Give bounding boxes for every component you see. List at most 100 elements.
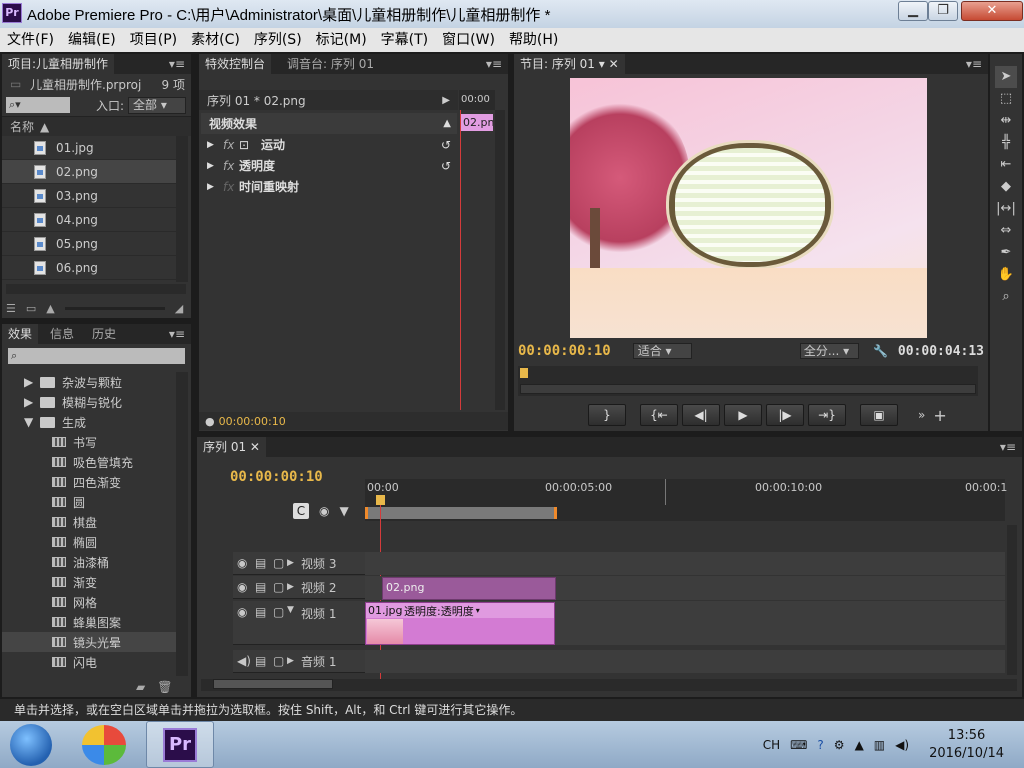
- clip-01-jpg[interactable]: 01.jpg 透明度:透明度 ▾: [365, 602, 555, 645]
- fx-scrollbar[interactable]: [495, 110, 505, 410]
- list-item[interactable]: 04.png: [2, 208, 176, 232]
- menu-help[interactable]: 帮助(H): [502, 28, 565, 52]
- fx-row-opacity[interactable]: ▶ fx 透明度 ↺: [201, 155, 457, 176]
- track-header-audio1[interactable]: ◀) ▤ ▢ ▶ 音频 1: [233, 650, 365, 673]
- keyboard-icon[interactable]: ⌨: [790, 738, 807, 752]
- taskbar-app-icon[interactable]: [82, 725, 126, 765]
- pen-tool-icon[interactable]: ✒: [995, 242, 1017, 264]
- work-area-bar[interactable]: [365, 507, 557, 519]
- menu-marker[interactable]: 标记(M): [309, 28, 374, 52]
- column-name-header[interactable]: 名称: [10, 118, 34, 135]
- menu-edit[interactable]: 编辑(E): [61, 28, 123, 52]
- tree-item[interactable]: 四色渐变: [2, 472, 176, 492]
- track-select-tool-icon[interactable]: ⬚: [995, 88, 1017, 110]
- set-marker-icon[interactable]: ◉: [319, 504, 329, 518]
- selection-tool-icon[interactable]: ➤: [995, 66, 1017, 88]
- panel-menu-icon[interactable]: ▾≡: [169, 327, 191, 341]
- timeline-v-scrollbar[interactable]: [1007, 525, 1017, 675]
- go-to-in-button[interactable]: {⇤: [640, 404, 678, 426]
- play-only-icon[interactable]: ▶: [442, 95, 458, 106]
- tree-folder[interactable]: ▶ 模糊与锐化: [2, 392, 176, 412]
- menu-project[interactable]: 项目(P): [123, 28, 184, 52]
- project-scrollbar[interactable]: [176, 136, 188, 282]
- close-button[interactable]: ✕: [961, 1, 1023, 21]
- slide-tool-icon[interactable]: ⇔: [995, 220, 1017, 242]
- panel-menu-icon[interactable]: ▾≡: [169, 57, 191, 71]
- razor-tool-icon[interactable]: ◆: [995, 176, 1017, 198]
- fx-row-time-remap[interactable]: ▶ fx 时间重映射: [201, 176, 457, 197]
- play-button[interactable]: ▶: [724, 404, 762, 426]
- tree-item[interactable]: 圆: [2, 492, 176, 512]
- tree-folder[interactable]: ▼ 生成: [2, 412, 176, 432]
- tab-sequence[interactable]: 序列 01 ✕: [197, 437, 266, 457]
- list-item[interactable]: 01.jpg: [2, 136, 176, 160]
- taskbar-premiere-button[interactable]: Pr: [146, 721, 214, 768]
- track-header-video2[interactable]: ◉ ▤ ▢ ▶ 视频 2: [233, 576, 365, 599]
- maximize-button[interactable]: ❐: [928, 1, 958, 21]
- minimize-button[interactable]: ▁: [898, 1, 928, 21]
- effects-search-input[interactable]: ⌕: [8, 348, 185, 364]
- menu-sequence[interactable]: 序列(S): [247, 28, 309, 52]
- clock[interactable]: 13:56 2016/10/14: [929, 727, 1004, 763]
- program-mini-timeline[interactable]: [518, 366, 978, 396]
- volume-icon[interactable]: ◀): [895, 738, 909, 752]
- tab-history[interactable]: 历史: [86, 324, 122, 344]
- language-indicator[interactable]: CH: [763, 738, 780, 752]
- list-item[interactable]: 06.png: [2, 256, 176, 280]
- rolling-edit-tool-icon[interactable]: ╬: [995, 132, 1017, 154]
- help-icon[interactable]: ?: [817, 738, 823, 752]
- opacity-fx-dropdown[interactable]: 透明度:透明度: [404, 603, 474, 619]
- wrench-icon[interactable]: 🔧: [873, 344, 888, 358]
- tree-item[interactable]: 网格: [2, 592, 176, 612]
- settings-icon[interactable]: ⚙: [834, 738, 845, 752]
- hand-tool-icon[interactable]: ✋: [995, 264, 1017, 286]
- tab-effect-controls[interactable]: 特效控制台: [199, 54, 272, 74]
- timeline-ruler[interactable]: 00:00 00:00:05:00 00:00:10:00 00:00:1: [365, 479, 1007, 521]
- menu-clip[interactable]: 素材(C): [184, 28, 247, 52]
- track-header-video3[interactable]: ◉ ▤ ▢ ▶ 视频 3: [233, 552, 365, 575]
- more-controls-icon[interactable]: »: [918, 408, 925, 422]
- timeline-timecode[interactable]: 00:00:00:10: [230, 469, 323, 485]
- track-lane-video3[interactable]: [365, 552, 1005, 575]
- quality-select[interactable]: 全分... ▾: [799, 343, 859, 359]
- panel-menu-icon[interactable]: ▾≡: [1000, 440, 1022, 454]
- tab-info[interactable]: 信息: [44, 324, 80, 344]
- fit-select[interactable]: 适合 ▾: [632, 343, 692, 359]
- rate-stretch-tool-icon[interactable]: ⇤: [995, 154, 1017, 176]
- tree-item[interactable]: 棋盘: [2, 512, 176, 532]
- program-timecode[interactable]: 00:00:00:10: [518, 343, 611, 359]
- project-h-scrollbar[interactable]: [6, 284, 186, 294]
- mark-out-button[interactable]: }: [588, 404, 626, 426]
- panel-menu-icon[interactable]: ▾≡: [966, 57, 988, 71]
- start-button[interactable]: [10, 724, 52, 766]
- go-to-out-button[interactable]: ⇥}: [808, 404, 846, 426]
- step-forward-button[interactable]: |▶: [766, 404, 804, 426]
- snap-icon[interactable]: C: [293, 503, 309, 519]
- panel-menu-icon[interactable]: ▾≡: [486, 57, 508, 71]
- playhead-handle-icon[interactable]: [376, 495, 385, 505]
- track-lane-audio1[interactable]: [365, 650, 1005, 673]
- export-frame-button[interactable]: ▣: [860, 404, 898, 426]
- menu-title[interactable]: 字幕(T): [374, 28, 435, 52]
- clip-02-png[interactable]: 02.png: [382, 577, 556, 600]
- tab-effects[interactable]: 效果: [2, 324, 39, 344]
- step-back-button[interactable]: ◀|: [682, 404, 720, 426]
- fx-clip-bar[interactable]: 02.pn: [461, 114, 493, 131]
- tree-item[interactable]: 椭圆: [2, 532, 176, 552]
- zoom-out-icon[interactable]: ▲: [46, 302, 54, 315]
- network-icon[interactable]: ▥: [874, 738, 885, 752]
- menu-file[interactable]: 文件(F): [0, 28, 61, 52]
- icon-view-icon[interactable]: ▭: [26, 302, 36, 315]
- timeline-h-scrollbar[interactable]: [201, 679, 1017, 691]
- tree-item[interactable]: 镜头光晕: [2, 632, 176, 652]
- list-view-icon[interactable]: ☰: [6, 302, 16, 315]
- list-item[interactable]: 03.png: [2, 184, 176, 208]
- tree-folder[interactable]: ▶ 杂波与颗粒: [2, 372, 176, 392]
- list-item[interactable]: 05.png: [2, 232, 176, 256]
- track-header-video1[interactable]: ◉ ▤ ▢ ▼ 视频 1: [233, 601, 365, 645]
- tree-item[interactable]: 渐变: [2, 572, 176, 592]
- zoom-tool-icon[interactable]: ⌕: [995, 286, 1017, 308]
- tree-item[interactable]: 油漆桶: [2, 552, 176, 572]
- slip-tool-icon[interactable]: |↔|: [995, 198, 1017, 220]
- tree-item[interactable]: 闪电: [2, 652, 176, 672]
